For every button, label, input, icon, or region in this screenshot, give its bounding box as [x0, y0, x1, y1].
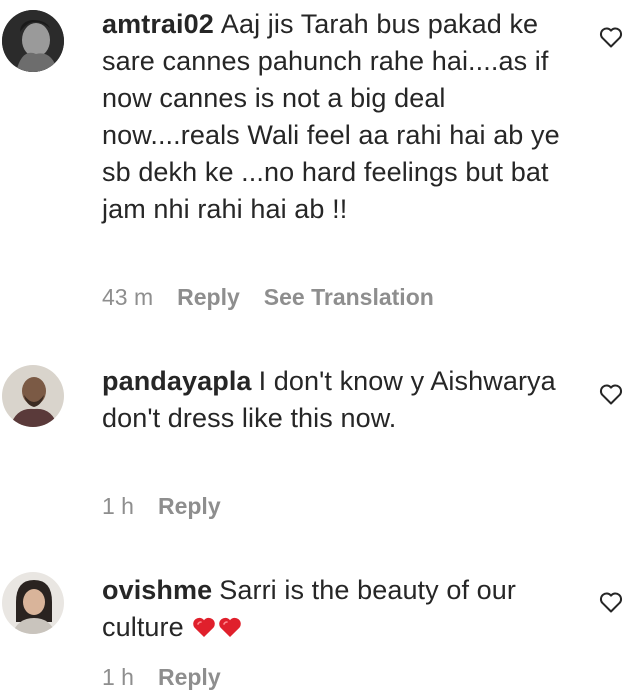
comment-meta: 1 h Reply [102, 664, 245, 691]
comment-item: ovishme Sarri is the beauty of our cultur… [0, 0, 643, 700]
comment-time: 1 h [102, 664, 134, 690]
comment-username[interactable]: ovishme [102, 575, 212, 605]
heart-outline-icon[interactable] [599, 591, 623, 613]
reply-button[interactable]: Reply [158, 664, 221, 691]
red-heart-emoji-icon [193, 617, 216, 637]
red-heart-emoji-icon [219, 617, 242, 637]
comment-text: ovishme Sarri is the beauty of our cultur… [102, 572, 572, 646]
avatar[interactable] [2, 572, 64, 634]
